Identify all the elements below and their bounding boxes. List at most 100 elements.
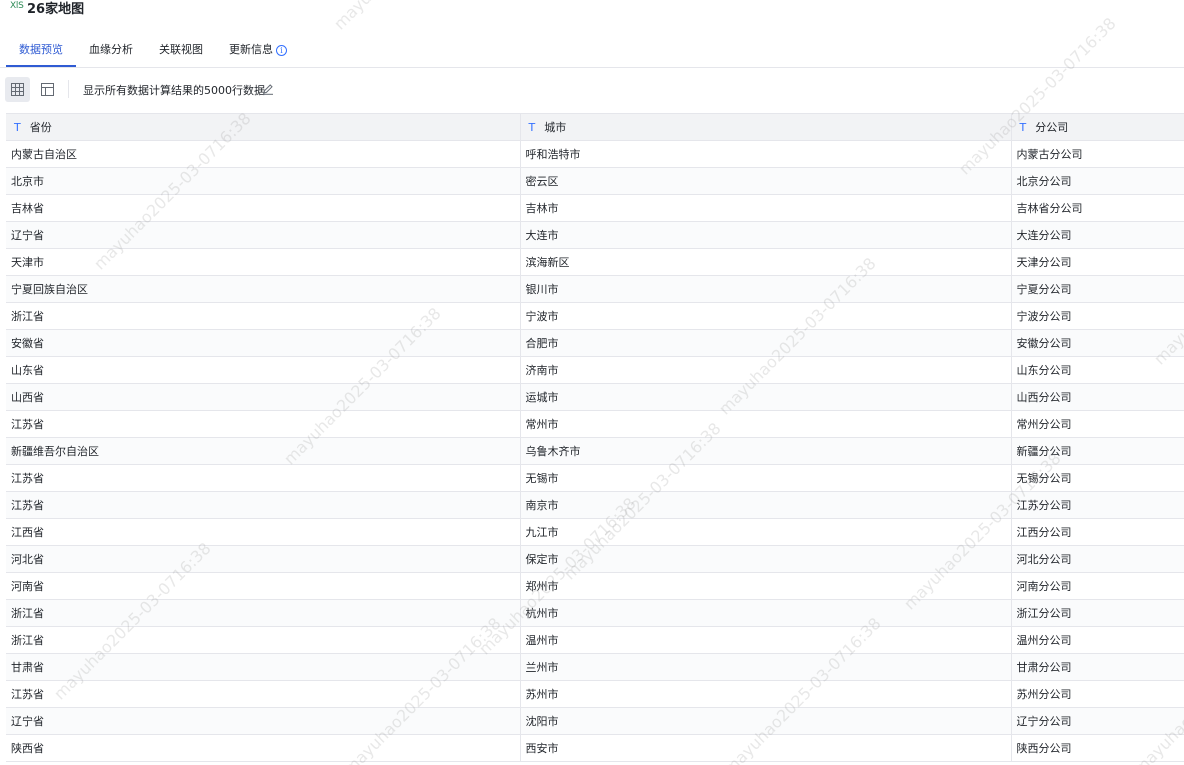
cell-branch: 河北分公司	[1011, 545, 1184, 573]
cell-branch: 江西分公司	[1011, 518, 1184, 546]
cell-city: 宁波市	[520, 302, 1012, 330]
cell-province: 新疆维吾尔自治区	[6, 437, 521, 465]
table-row[interactable]: 江苏省 南京市 江苏分公司	[6, 491, 1184, 519]
table-row[interactable]: 甘肃省 兰州市 甘肃分公司	[6, 653, 1184, 681]
tab-related-views[interactable]: 关联视图	[159, 41, 203, 57]
table-row[interactable]: 内蒙古自治区 呼和浩特市 内蒙古分公司	[6, 140, 1184, 168]
cell-province: 江苏省	[6, 491, 521, 519]
column-header-city[interactable]: T 城市	[520, 113, 1012, 141]
cell-branch: 甘肃分公司	[1011, 653, 1184, 681]
info-icon[interactable]: i	[276, 45, 287, 56]
column-header-label: 城市	[544, 121, 567, 134]
table-row[interactable]: 浙江省 宁波市 宁波分公司	[6, 302, 1184, 330]
table-row[interactable]: 江西省 九江市 江西分公司	[6, 518, 1184, 546]
cell-province: 江苏省	[6, 680, 521, 708]
column-header-province[interactable]: T 省份	[6, 113, 521, 141]
cell-city: 郑州市	[520, 572, 1012, 600]
cell-province: 天津市	[6, 248, 521, 276]
table-row[interactable]: 浙江省 杭州市 浙江分公司	[6, 599, 1184, 627]
table-row[interactable]: 浙江省 温州市 温州分公司	[6, 626, 1184, 654]
cell-city: 运城市	[520, 383, 1012, 411]
cell-city: 兰州市	[520, 653, 1012, 681]
cell-branch: 新疆分公司	[1011, 437, 1184, 465]
table-row[interactable]: 宁夏回族自治区 银川市 宁夏分公司	[6, 275, 1184, 303]
table-row[interactable]: 辽宁省 沈阳市 辽宁分公司	[6, 707, 1184, 735]
layout-view-button[interactable]	[35, 77, 60, 102]
active-tab-indicator	[6, 65, 76, 67]
table-row[interactable]: 江苏省 常州市 常州分公司	[6, 410, 1184, 438]
cell-city: 九江市	[520, 518, 1012, 546]
text-type-icon: T	[528, 121, 536, 134]
cell-city: 无锡市	[520, 464, 1012, 492]
file-title-bar: XlS 26家地图	[0, 0, 1184, 17]
cell-city: 温州市	[520, 626, 1012, 654]
data-table-container[interactable]: T 省份 T 城市 T 分公司 内蒙古自治区 呼和浩特市 内蒙古分公司 北京市 密云区 北京分公…	[6, 113, 1184, 765]
table-row[interactable]: 江苏省 苏州市 苏州分公司	[6, 680, 1184, 708]
cell-branch: 内蒙古分公司	[1011, 140, 1184, 168]
cell-branch: 浙江分公司	[1011, 599, 1184, 627]
cell-province: 浙江省	[6, 599, 521, 627]
column-header-label: 省份	[29, 121, 52, 134]
cell-city: 南京市	[520, 491, 1012, 519]
cell-city: 杭州市	[520, 599, 1012, 627]
table-row[interactable]: 安徽省 合肥市 安徽分公司	[6, 329, 1184, 357]
grid-icon	[11, 83, 24, 96]
cell-city: 苏州市	[520, 680, 1012, 708]
cell-branch: 天津分公司	[1011, 248, 1184, 276]
table-row[interactable]: 吉林省 吉林市 吉林省分公司	[6, 194, 1184, 222]
table-row[interactable]: 北京市 密云区 北京分公司	[6, 167, 1184, 195]
row-count-summary: 显示所有数据计算结果的5000行数据	[83, 84, 265, 97]
cell-province: 辽宁省	[6, 707, 521, 735]
cell-province: 陕西省	[6, 734, 521, 762]
file-title: 26家地图	[27, 2, 85, 17]
xls-file-icon: XlS	[10, 1, 24, 11]
table-row[interactable]: 山西省 运城市 山西分公司	[6, 383, 1184, 411]
cell-province: 吉林省	[6, 194, 521, 222]
cell-city: 乌鲁木齐市	[520, 437, 1012, 465]
table-body: 内蒙古自治区 呼和浩特市 内蒙古分公司 北京市 密云区 北京分公司 吉林省 吉林市 吉林省分公司…	[6, 140, 1184, 762]
cell-branch: 温州分公司	[1011, 626, 1184, 654]
cell-province: 安徽省	[6, 329, 521, 357]
cell-province: 江苏省	[6, 410, 521, 438]
table-row[interactable]: 陕西省 西安市 陕西分公司	[6, 734, 1184, 762]
column-header-label: 分公司	[1035, 121, 1069, 134]
pencil-icon[interactable]	[262, 83, 274, 95]
table-row[interactable]: 新疆维吾尔自治区 乌鲁木齐市 新疆分公司	[6, 437, 1184, 465]
cell-branch: 辽宁分公司	[1011, 707, 1184, 735]
cell-branch: 北京分公司	[1011, 167, 1184, 195]
table-row[interactable]: 山东省 济南市 山东分公司	[6, 356, 1184, 384]
cell-branch: 苏州分公司	[1011, 680, 1184, 708]
cell-branch: 江苏分公司	[1011, 491, 1184, 519]
toolbar-divider	[68, 80, 69, 98]
grid-view-button[interactable]	[5, 77, 30, 102]
layout-icon	[41, 83, 54, 96]
cell-branch: 大连分公司	[1011, 221, 1184, 249]
table-row[interactable]: 辽宁省 大连市 大连分公司	[6, 221, 1184, 249]
table-row[interactable]: 河北省 保定市 河北分公司	[6, 545, 1184, 573]
cell-city: 银川市	[520, 275, 1012, 303]
tab-update-info[interactable]: 更新信息 i	[229, 41, 287, 57]
cell-city: 大连市	[520, 221, 1012, 249]
cell-city: 西安市	[520, 734, 1012, 762]
cell-province: 山东省	[6, 356, 521, 384]
cell-branch: 宁波分公司	[1011, 302, 1184, 330]
cell-province: 河北省	[6, 545, 521, 573]
tab-bar: 数据预览 血缘分析 关联视图 更新信息 i	[0, 33, 1184, 68]
cell-branch: 宁夏分公司	[1011, 275, 1184, 303]
cell-province: 浙江省	[6, 626, 521, 654]
tab-data-preview[interactable]: 数据预览	[19, 41, 63, 57]
cell-city: 呼和浩特市	[520, 140, 1012, 168]
tab-lineage-analysis[interactable]: 血缘分析	[89, 41, 133, 57]
cell-province: 浙江省	[6, 302, 521, 330]
column-header-branch[interactable]: T 分公司	[1011, 113, 1184, 141]
cell-province: 北京市	[6, 167, 521, 195]
table-row[interactable]: 江苏省 无锡市 无锡分公司	[6, 464, 1184, 492]
cell-city: 合肥市	[520, 329, 1012, 357]
cell-city: 密云区	[520, 167, 1012, 195]
text-type-icon: T	[1019, 121, 1027, 134]
table-row[interactable]: 河南省 郑州市 河南分公司	[6, 572, 1184, 600]
table-row[interactable]: 天津市 滨海新区 天津分公司	[6, 248, 1184, 276]
cell-city: 常州市	[520, 410, 1012, 438]
cell-city: 滨海新区	[520, 248, 1012, 276]
cell-city: 保定市	[520, 545, 1012, 573]
